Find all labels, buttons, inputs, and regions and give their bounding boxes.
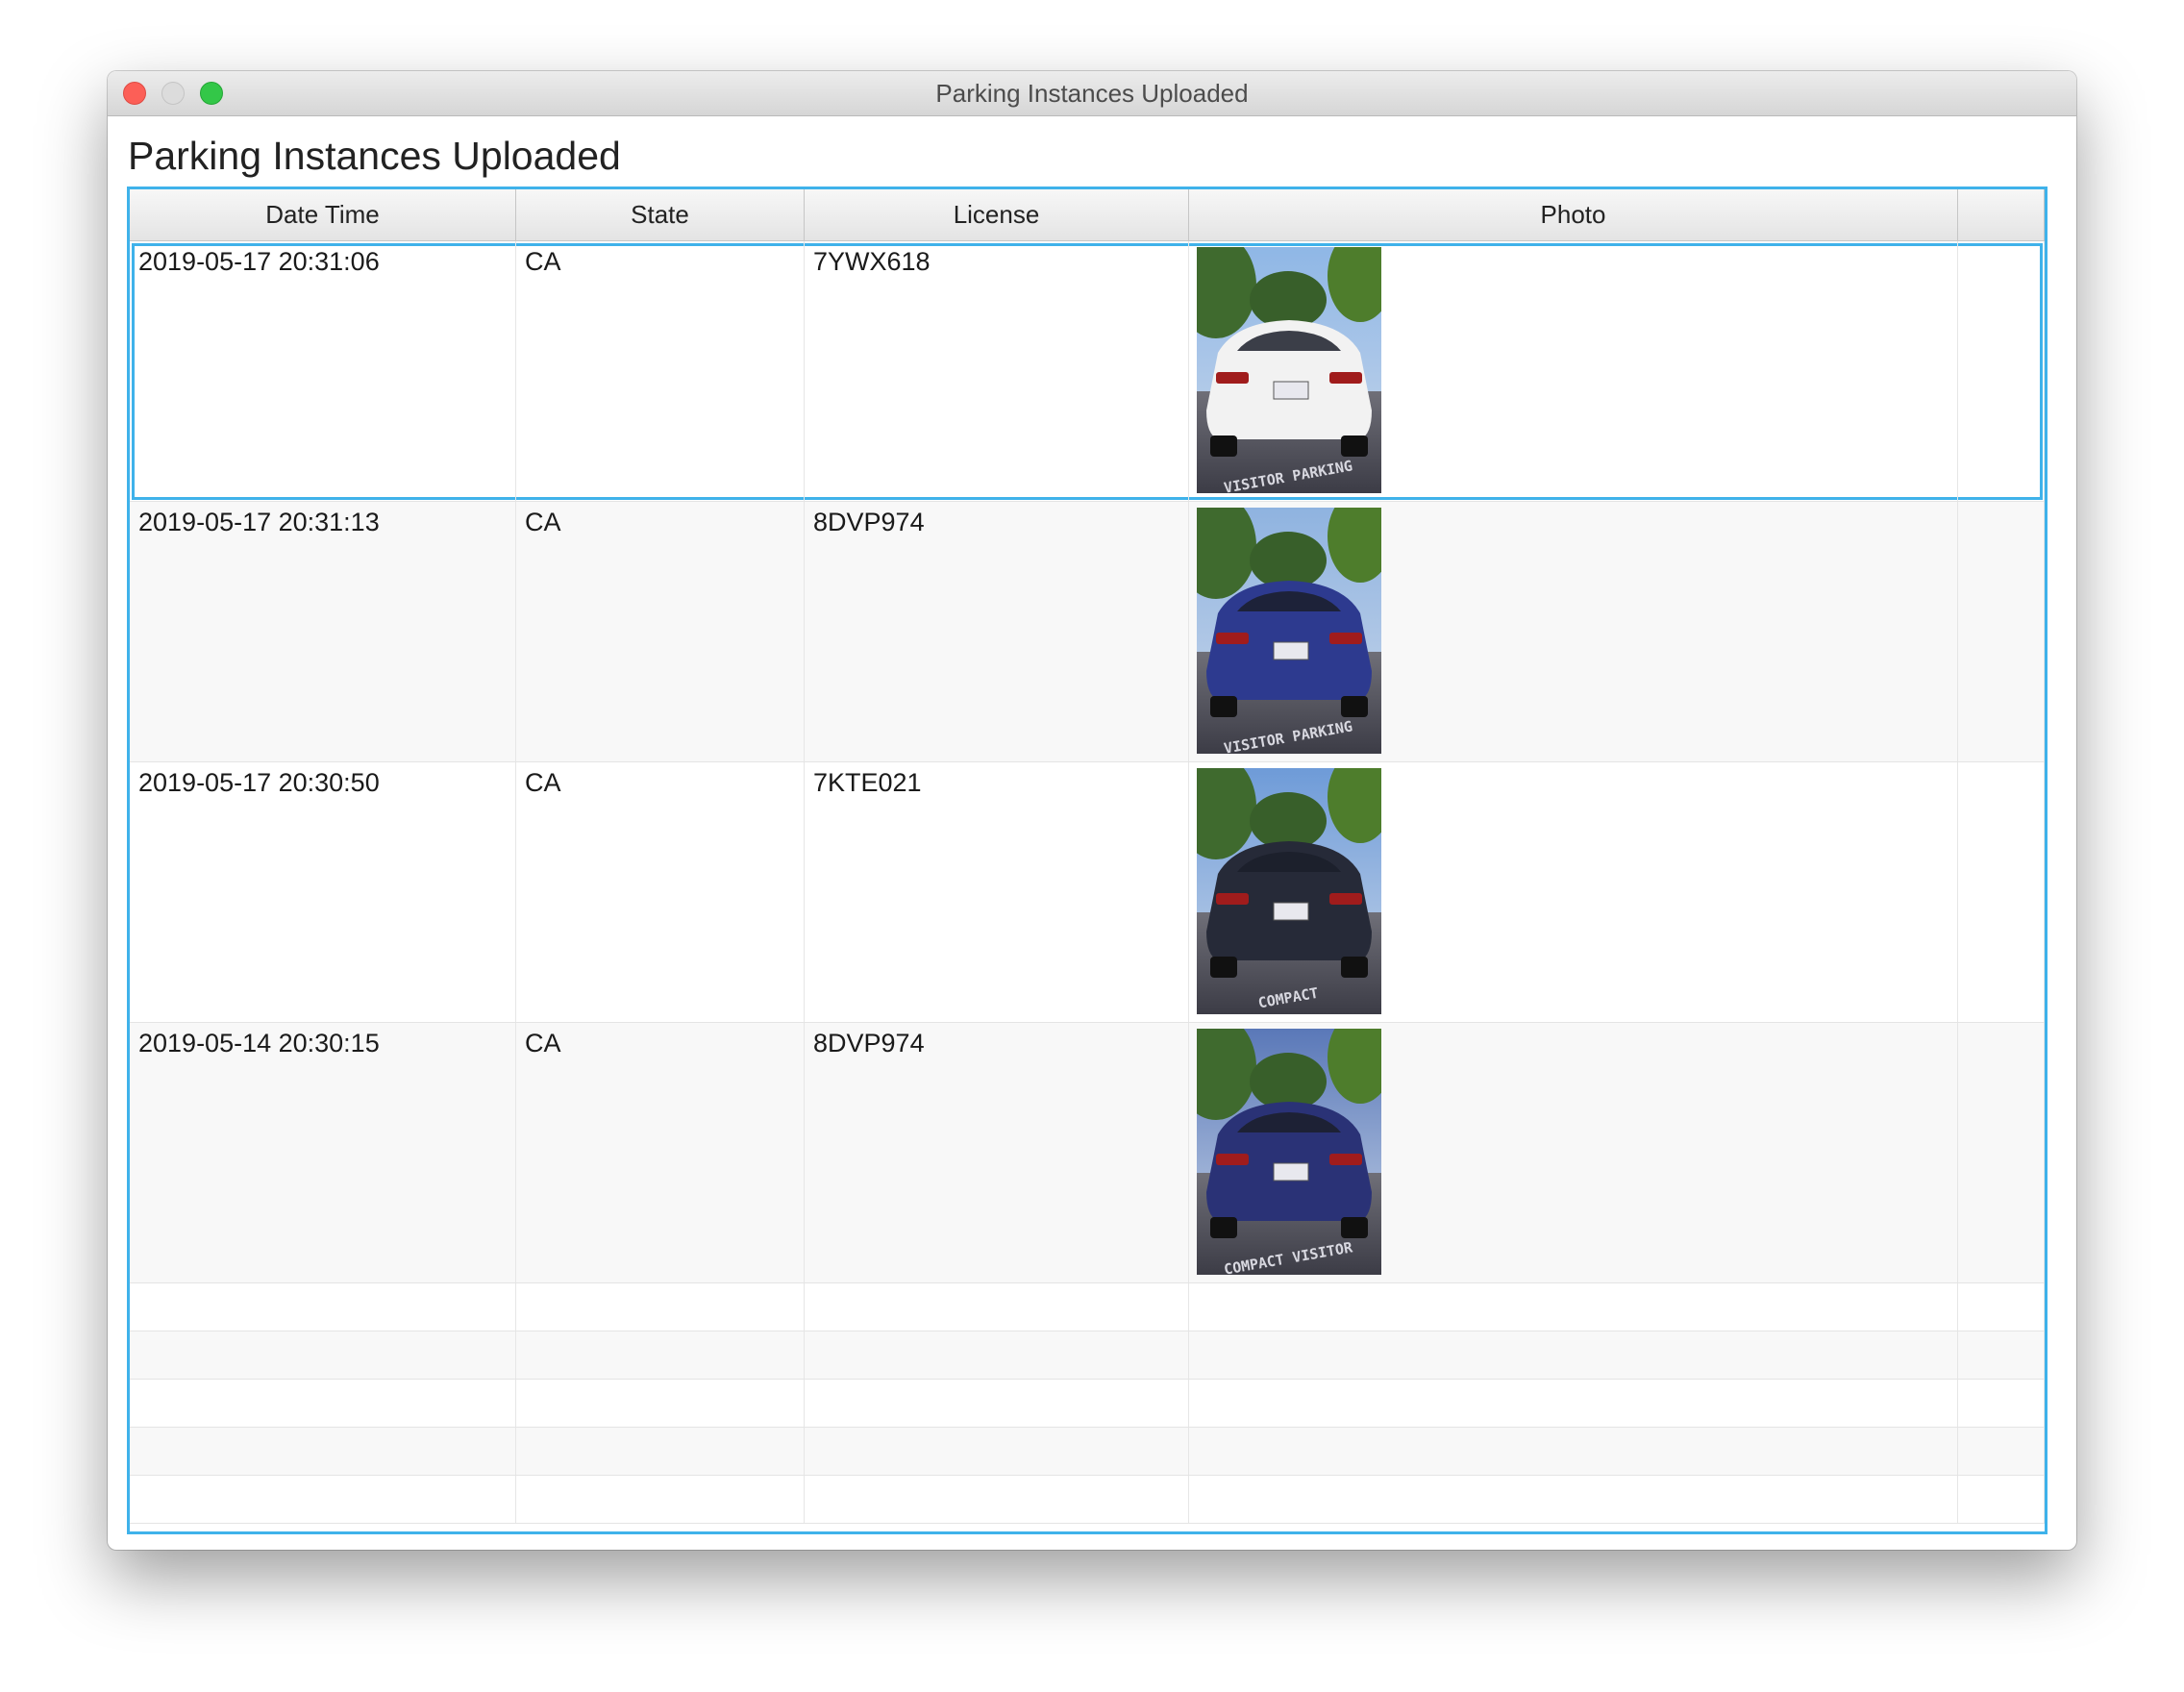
- empty-cell: [805, 1428, 1189, 1475]
- cell-state: CA: [516, 502, 805, 761]
- blue-sedan-dusk-photo: COMPACT VISITOR: [1197, 1029, 1381, 1275]
- car-photo-image: COMPACT VISITOR: [1197, 1029, 1381, 1275]
- empty-cell: [516, 1380, 805, 1427]
- cell-date-time: 2019-05-17 20:31:13: [130, 502, 516, 761]
- window-title: Parking Instances Uploaded: [935, 79, 1249, 108]
- empty-table-row: [130, 1428, 2045, 1476]
- cell-date-time: 2019-05-17 20:31:06: [130, 241, 516, 501]
- empty-cell: [1958, 1283, 2045, 1331]
- empty-cell: [805, 1380, 1189, 1427]
- cell-filler: [1958, 1023, 2045, 1282]
- empty-cell: [1189, 1380, 1958, 1427]
- empty-cell: [516, 1428, 805, 1475]
- column-header-photo[interactable]: Photo: [1189, 189, 1958, 240]
- app-window: Parking Instances Uploaded Parking Insta…: [108, 71, 2076, 1550]
- empty-cell: [805, 1476, 1189, 1523]
- cell-photo: VISITOR PARKING: [1189, 241, 1958, 501]
- empty-cell: [1958, 1380, 2045, 1427]
- cell-photo: COMPACT VISITOR: [1189, 1023, 1958, 1282]
- white-sedan-rear-photo: VISITOR PARKING: [1197, 247, 1381, 493]
- dark-suv-rear-photo: COMPACT: [1197, 768, 1381, 1014]
- empty-cell: [1189, 1476, 1958, 1523]
- cell-license: 8DVP974: [805, 1023, 1189, 1282]
- cell-date-time: 2019-05-17 20:30:50: [130, 762, 516, 1022]
- title-bar[interactable]: Parking Instances Uploaded: [108, 71, 2076, 116]
- empty-cell: [1189, 1428, 1958, 1475]
- car-photo-image: VISITOR PARKING: [1197, 508, 1381, 754]
- page-title: Parking Instances Uploaded: [128, 134, 621, 178]
- empty-cell: [516, 1283, 805, 1331]
- cell-state: CA: [516, 1023, 805, 1282]
- empty-cell: [805, 1283, 1189, 1331]
- empty-table-row: [130, 1380, 2045, 1428]
- empty-table-row: [130, 1476, 2045, 1524]
- empty-cell: [130, 1476, 516, 1523]
- cell-license: 7YWX618: [805, 241, 1189, 501]
- cell-license: 8DVP974: [805, 502, 1189, 761]
- table-header: Date Time State License Photo: [130, 189, 2045, 241]
- empty-cell: [130, 1380, 516, 1427]
- empty-cell: [1189, 1331, 1958, 1379]
- cell-date-time: 2019-05-14 20:30:15: [130, 1023, 516, 1282]
- cell-filler: [1958, 241, 2045, 501]
- empty-cell: [1958, 1331, 2045, 1379]
- cell-state: CA: [516, 762, 805, 1022]
- cell-state: CA: [516, 241, 805, 501]
- cell-license: 7KTE021: [805, 762, 1189, 1022]
- empty-cell: [130, 1428, 516, 1475]
- table-row[interactable]: 2019-05-17 20:31:13 CA 8DVP974 VISITOR PARK…: [130, 502, 2045, 762]
- cell-filler: [1958, 502, 2045, 761]
- empty-cell: [130, 1331, 516, 1379]
- column-header-date-time[interactable]: Date Time: [130, 189, 516, 240]
- table-row[interactable]: 2019-05-17 20:30:50 CA 7KTE021 COMPACT: [130, 762, 2045, 1023]
- cell-photo: VISITOR PARKING: [1189, 502, 1958, 761]
- column-header-filler: [1958, 189, 2045, 240]
- empty-table-row: [130, 1331, 2045, 1380]
- car-photo-image: COMPACT: [1197, 768, 1381, 1014]
- cell-filler: [1958, 762, 2045, 1022]
- column-header-state[interactable]: State: [516, 189, 805, 240]
- empty-cell: [516, 1331, 805, 1379]
- empty-table-row: [130, 1283, 2045, 1331]
- table-row[interactable]: 2019-05-17 20:31:06 CA 7YWX618 VISITOR PARK…: [130, 241, 2045, 502]
- empty-cell: [1958, 1428, 2045, 1475]
- empty-cell: [130, 1283, 516, 1331]
- empty-cell: [1189, 1283, 1958, 1331]
- column-header-license[interactable]: License: [805, 189, 1189, 240]
- table-row[interactable]: 2019-05-14 20:30:15 CA 8DVP974 COMPACT VISI…: [130, 1023, 2045, 1283]
- car-photo-image: VISITOR PARKING: [1197, 247, 1381, 493]
- blue-sedan-rear-photo: VISITOR PARKING: [1197, 508, 1381, 754]
- parking-table[interactable]: Date Time State License Photo 2019-05-17…: [127, 187, 2048, 1534]
- cell-photo: COMPACT: [1189, 762, 1958, 1022]
- empty-cell: [805, 1331, 1189, 1379]
- empty-cell: [516, 1476, 805, 1523]
- empty-cell: [1958, 1476, 2045, 1523]
